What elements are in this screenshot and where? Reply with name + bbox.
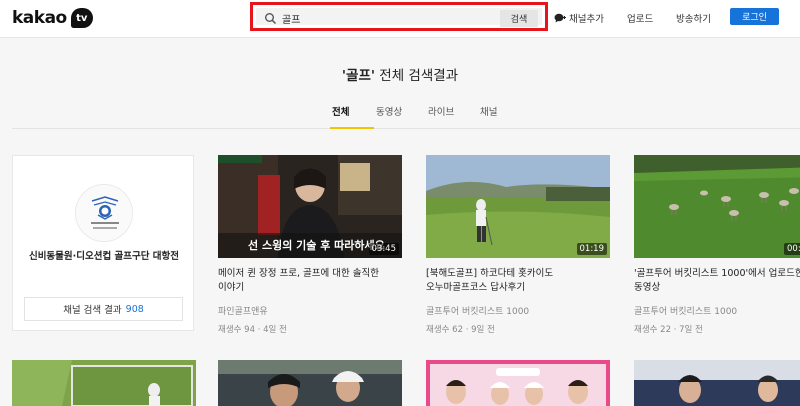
kakao-tv-logo[interactable]: kakao tv — [12, 6, 93, 30]
video-views: 재생수 62 — [426, 325, 463, 335]
channel-card[interactable]: 신비동물원·디오션컵 골프구단 대항전 채널 검색 결과 908 — [12, 155, 194, 331]
top-header: kakao tv 검색 채널추가 업로드 방송하기 로그인 — [0, 0, 800, 38]
search-highlight: 검색 — [250, 2, 548, 31]
video-duration: 00: — [784, 243, 800, 255]
results-title: '골프' 전체 검색결과 — [0, 64, 800, 84]
video-title-line2: 동영상 — [634, 282, 661, 293]
login-button[interactable]: 로그인 — [730, 8, 779, 25]
video-channel[interactable]: 골프투어 버킷리스트 1000 — [634, 304, 800, 317]
broadcast-link[interactable]: 방송하기 — [676, 11, 711, 25]
video-title-line2: 이야기 — [218, 282, 245, 293]
video-meta: 재생수 62 · 9일 전 — [426, 323, 610, 335]
video-title-line1: '골프투어 버킷리스트 1000'에서 업로드한 — [634, 268, 800, 279]
video-thumbnail[interactable]: 00: — [634, 155, 800, 258]
logo-tv-badge: tv — [70, 8, 93, 28]
search-bar: 검색 — [256, 8, 542, 28]
video-duration: 01:19 — [576, 243, 607, 255]
video-card[interactable]: 선 스윙의 기술 후 따라하세요 03:45 메이저 퀸 장정 프로, 골프에 … — [218, 155, 402, 335]
video-card[interactable]: 00: '골프투어 버킷리스트 1000'에서 업로드한 동영상 골프투어 버킷… — [634, 155, 800, 335]
video-thumbnail[interactable] — [12, 360, 196, 406]
search-button[interactable]: 검색 — [500, 10, 538, 27]
video-age: 7일 전 — [679, 325, 703, 335]
video-thumbnail[interactable] — [634, 360, 800, 406]
video-thumbnail[interactable] — [426, 360, 610, 406]
video-channel[interactable]: 골프투어 버킷리스트 1000 — [426, 304, 610, 317]
golf-club-emblem-icon — [76, 185, 132, 241]
meta-separator: · — [465, 325, 469, 335]
video-channel[interactable]: 파인골프앤유 — [218, 304, 402, 317]
video-thumbnail[interactable] — [218, 360, 402, 406]
video-meta: 재생수 94 · 4일 전 — [218, 323, 402, 335]
add-channel-link[interactable]: 채널추가 — [554, 11, 604, 25]
result-tabs: 전체 동영상 라이브 채널 — [12, 100, 800, 129]
video-views: 재생수 94 — [218, 325, 255, 335]
tab-live[interactable]: 라이브 — [428, 104, 454, 118]
add-channel-label: 채널추가 — [569, 14, 604, 25]
video-views: 재생수 22 — [634, 325, 671, 335]
channel-results-count: 908 — [125, 303, 144, 315]
video-title-line1: 메이저 퀸 장정 프로, 골프에 대한 솔직한 — [218, 268, 379, 279]
meta-separator: · — [257, 325, 261, 335]
meta-separator: · — [673, 325, 677, 335]
video-title[interactable]: '골프투어 버킷리스트 1000'에서 업로드한 동영상 — [634, 267, 800, 295]
tab-all[interactable]: 전체 — [332, 104, 349, 118]
channel-results-label: 채널 검색 결과 — [63, 305, 122, 316]
upload-link[interactable]: 업로드 — [627, 11, 653, 25]
video-age: 4일 전 — [263, 325, 287, 335]
video-title[interactable]: 메이저 퀸 장정 프로, 골프에 대한 솔직한 이야기 — [218, 267, 402, 295]
channel-results-button[interactable]: 채널 검색 결과 908 — [24, 297, 183, 321]
search-input[interactable] — [282, 9, 462, 28]
tab-videos[interactable]: 동영상 — [376, 104, 402, 118]
results-title-suffix: 전체 검색결과 — [375, 68, 459, 84]
channel-avatar[interactable] — [75, 184, 133, 242]
thumbnail-caption: 선 스윙의 기술 후 따라하세요 — [248, 238, 385, 252]
channel-name[interactable]: 신비동물원·디오션컵 골프구단 대항전 — [13, 248, 195, 262]
video-card[interactable]: 01:19 [북해도골프] 하코다테 홋카이도 오누마골프코스 답사후기 골프투… — [426, 155, 610, 335]
chat-plus-icon — [554, 13, 566, 23]
video-meta: 재생수 22 · 7일 전 — [634, 323, 800, 335]
active-tab-indicator — [330, 127, 374, 129]
video-title-line2: 오누마골프코스 답사후기 — [426, 282, 526, 293]
video-thumbnail[interactable]: 01:19 — [426, 155, 610, 258]
video-thumbnail[interactable]: 선 스윙의 기술 후 따라하세요 03:45 — [218, 155, 402, 258]
tab-channels[interactable]: 채널 — [480, 104, 497, 118]
results-query: '골프' — [341, 68, 375, 84]
logo-text: kakao — [12, 8, 67, 28]
video-title[interactable]: [북해도골프] 하코다테 홋카이도 오누마골프코스 답사후기 — [426, 267, 610, 295]
search-icon — [265, 13, 277, 25]
video-age: 9일 전 — [471, 325, 495, 335]
video-title-line1: [북해도골프] 하코다테 홋카이도 — [426, 268, 554, 279]
video-duration: 03:45 — [368, 243, 399, 255]
